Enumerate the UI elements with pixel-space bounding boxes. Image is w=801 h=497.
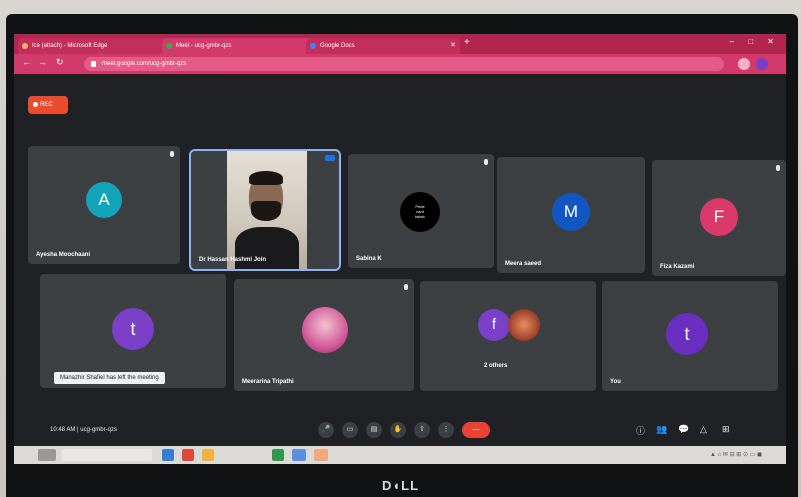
tab-label: Ice (attach) - Microsoft Edge: [32, 43, 108, 49]
url-text: meet.google.com/ucg-gmbr-qzs: [102, 61, 187, 67]
meeting-code: ucg-gmbr-qzs: [80, 427, 117, 433]
participant-video: [227, 151, 307, 269]
address-bar[interactable]: meet.google.com/ucg-gmbr-qzs: [84, 57, 724, 71]
video-hair: [249, 171, 283, 185]
host-controls-icon[interactable]: ⊞: [722, 424, 730, 435]
avatar: t: [112, 308, 154, 350]
participant-tile-2[interactable]: Dr Hassan Hashmi Join: [189, 149, 341, 271]
people-icon[interactable]: 👥: [656, 424, 667, 435]
participant-name: Meera saeed: [505, 261, 542, 267]
new-tab-button[interactable]: +: [464, 37, 470, 48]
meet-favicon-icon: [166, 43, 172, 49]
browser-tab-1[interactable]: Ice (attach) - Microsoft Edge ✕: [18, 38, 172, 54]
monitor-screen: Ice (attach) - Microsoft Edge ✕ Meet - u…: [14, 34, 786, 464]
app-icon[interactable]: [162, 449, 174, 461]
participant-tile-6[interactable]: t Manazhir Shafiel has left the meeting: [40, 274, 226, 388]
participant-tile-5[interactable]: F Fiza Kazami: [652, 160, 786, 276]
forward-icon[interactable]: →: [38, 57, 47, 67]
participant-tile-self[interactable]: t You: [602, 281, 778, 391]
participant-tile-3[interactable]: Pride card fabric Sabina K: [348, 154, 494, 268]
chat-icon[interactable]: 💬: [678, 424, 689, 435]
participant-name: Fiza Kazami: [660, 264, 695, 270]
browser-tab-2[interactable]: Meet - ucg-gmbr-qzs ✕: [162, 38, 316, 54]
mic-muted-icon: [404, 284, 408, 290]
participant-tile-8[interactable]: f 2 others: [420, 281, 596, 391]
system-tray[interactable]: ▲ ⌂ ✉ ⊟ ⊞ ⊙ ▭ ◼: [710, 451, 762, 458]
tab-favicon-icon: [310, 43, 316, 49]
participant-tile-1[interactable]: A Ayesha Moochaani: [28, 146, 180, 264]
tab-label: Google Docs: [320, 43, 355, 49]
chrome-icon[interactable]: [292, 449, 306, 461]
meeting-time: 10:48 AM: [50, 427, 76, 433]
app-icon[interactable]: [182, 449, 194, 461]
mic-icon[interactable]: 🎤: [318, 422, 334, 438]
mic-muted-icon: [776, 165, 780, 171]
window-controls[interactable]: – □ ✕: [730, 37, 780, 46]
browser-tab-3[interactable]: Google Docs ✕: [306, 38, 460, 54]
participant-name: Ayesha Moochaani: [36, 252, 91, 258]
others-count: 2 others: [484, 363, 508, 369]
participant-tile-7[interactable]: Meerarina Tripathi: [234, 279, 414, 391]
browser-toolbar: ← → ↻ meet.google.com/ucg-gmbr-qzs: [14, 54, 786, 74]
recording-label: REC: [40, 102, 53, 108]
left-meeting-notice: Manazhir Shafiel has left the meeting: [54, 372, 165, 384]
raise-hand-icon[interactable]: ✋: [390, 422, 406, 438]
close-icon[interactable]: ✕: [450, 38, 456, 54]
app-icon[interactable]: [314, 449, 328, 461]
reload-icon[interactable]: ↻: [56, 57, 64, 68]
present-icon[interactable]: ⇧: [414, 422, 430, 438]
browser-tab-strip: Ice (attach) - Microsoft Edge ✕ Meet - u…: [14, 34, 786, 54]
search-box[interactable]: [62, 449, 152, 461]
avatar: t: [666, 313, 708, 355]
meeting-info: 10:48 AM | ucg-gmbr-qzs: [50, 427, 117, 433]
avatar-photo: [508, 309, 540, 341]
participant-tile-4[interactable]: M Meera saeed: [497, 157, 645, 273]
avatar: f: [478, 309, 510, 341]
video-beard: [251, 201, 281, 221]
lock-icon: [91, 61, 96, 67]
back-icon[interactable]: ←: [22, 57, 31, 67]
profile-avatar[interactable]: [756, 58, 768, 70]
avatar: M: [552, 193, 590, 231]
extension-icon[interactable]: [738, 58, 750, 70]
start-icon[interactable]: [38, 449, 56, 461]
avatar: Pride card fabric: [400, 192, 440, 232]
info-icon[interactable]: ⓘ: [636, 424, 645, 437]
recording-badge: REC: [28, 96, 68, 114]
monitor-logo: D◖LL: [381, 478, 420, 493]
tab-label: Meet - ucg-gmbr-qzs: [176, 43, 232, 49]
captions-icon[interactable]: ▤: [366, 422, 382, 438]
avatar: A: [86, 182, 122, 218]
participant-name: Dr Hassan Hashmi Join: [199, 257, 267, 263]
avatar: F: [700, 198, 738, 236]
more-icon[interactable]: ⋮: [438, 422, 454, 438]
participant-name: Meerarina Tripathi: [242, 379, 294, 385]
participant-name: You: [610, 379, 621, 385]
avatar: [302, 307, 348, 353]
camera-icon[interactable]: ▭: [342, 422, 358, 438]
speaking-indicator-icon: [325, 155, 335, 161]
folder-icon[interactable]: [202, 449, 214, 461]
participant-name: Sabina K: [356, 256, 382, 262]
mic-muted-icon: [484, 159, 488, 165]
tab-favicon-icon: [22, 43, 28, 49]
activities-icon[interactable]: △: [700, 424, 707, 435]
mic-muted-icon: [170, 151, 174, 157]
app-icon[interactable]: [272, 449, 284, 461]
end-call-button[interactable]: —: [462, 422, 490, 438]
windows-taskbar: ▲ ⌂ ✉ ⊟ ⊞ ⊙ ▭ ◼: [14, 446, 786, 464]
